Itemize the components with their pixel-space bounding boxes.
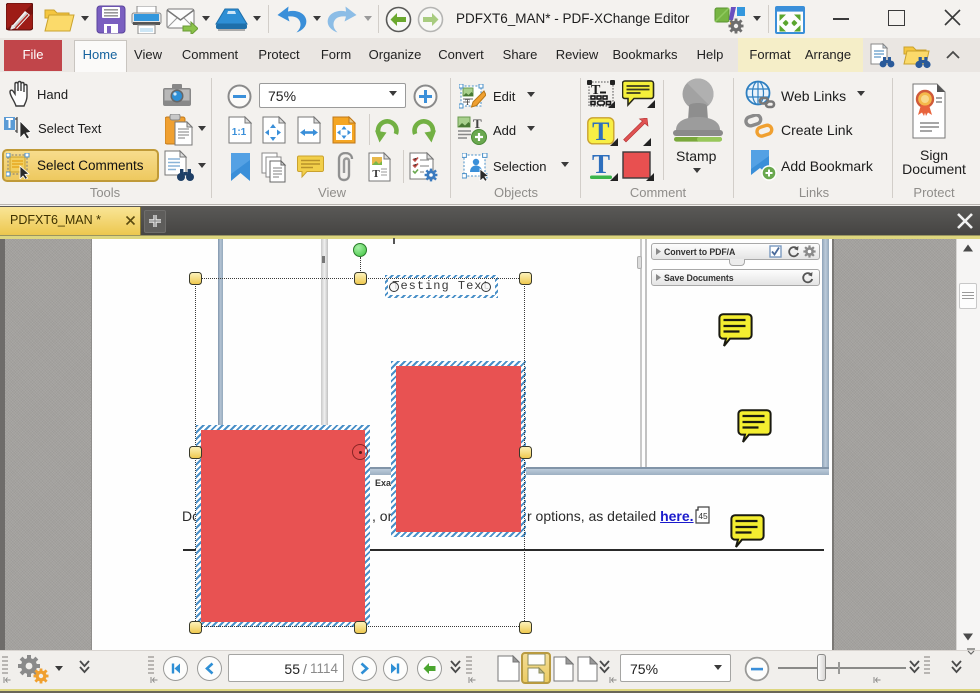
svg-text:T: T <box>465 98 470 107</box>
svg-text:T: T <box>592 151 610 179</box>
svg-text:T: T <box>592 117 609 146</box>
svg-text:1:1: 1:1 <box>232 127 247 138</box>
svg-text:T: T <box>473 116 482 131</box>
svg-text:T: T <box>372 168 380 180</box>
svg-text:45: 45 <box>698 511 708 521</box>
